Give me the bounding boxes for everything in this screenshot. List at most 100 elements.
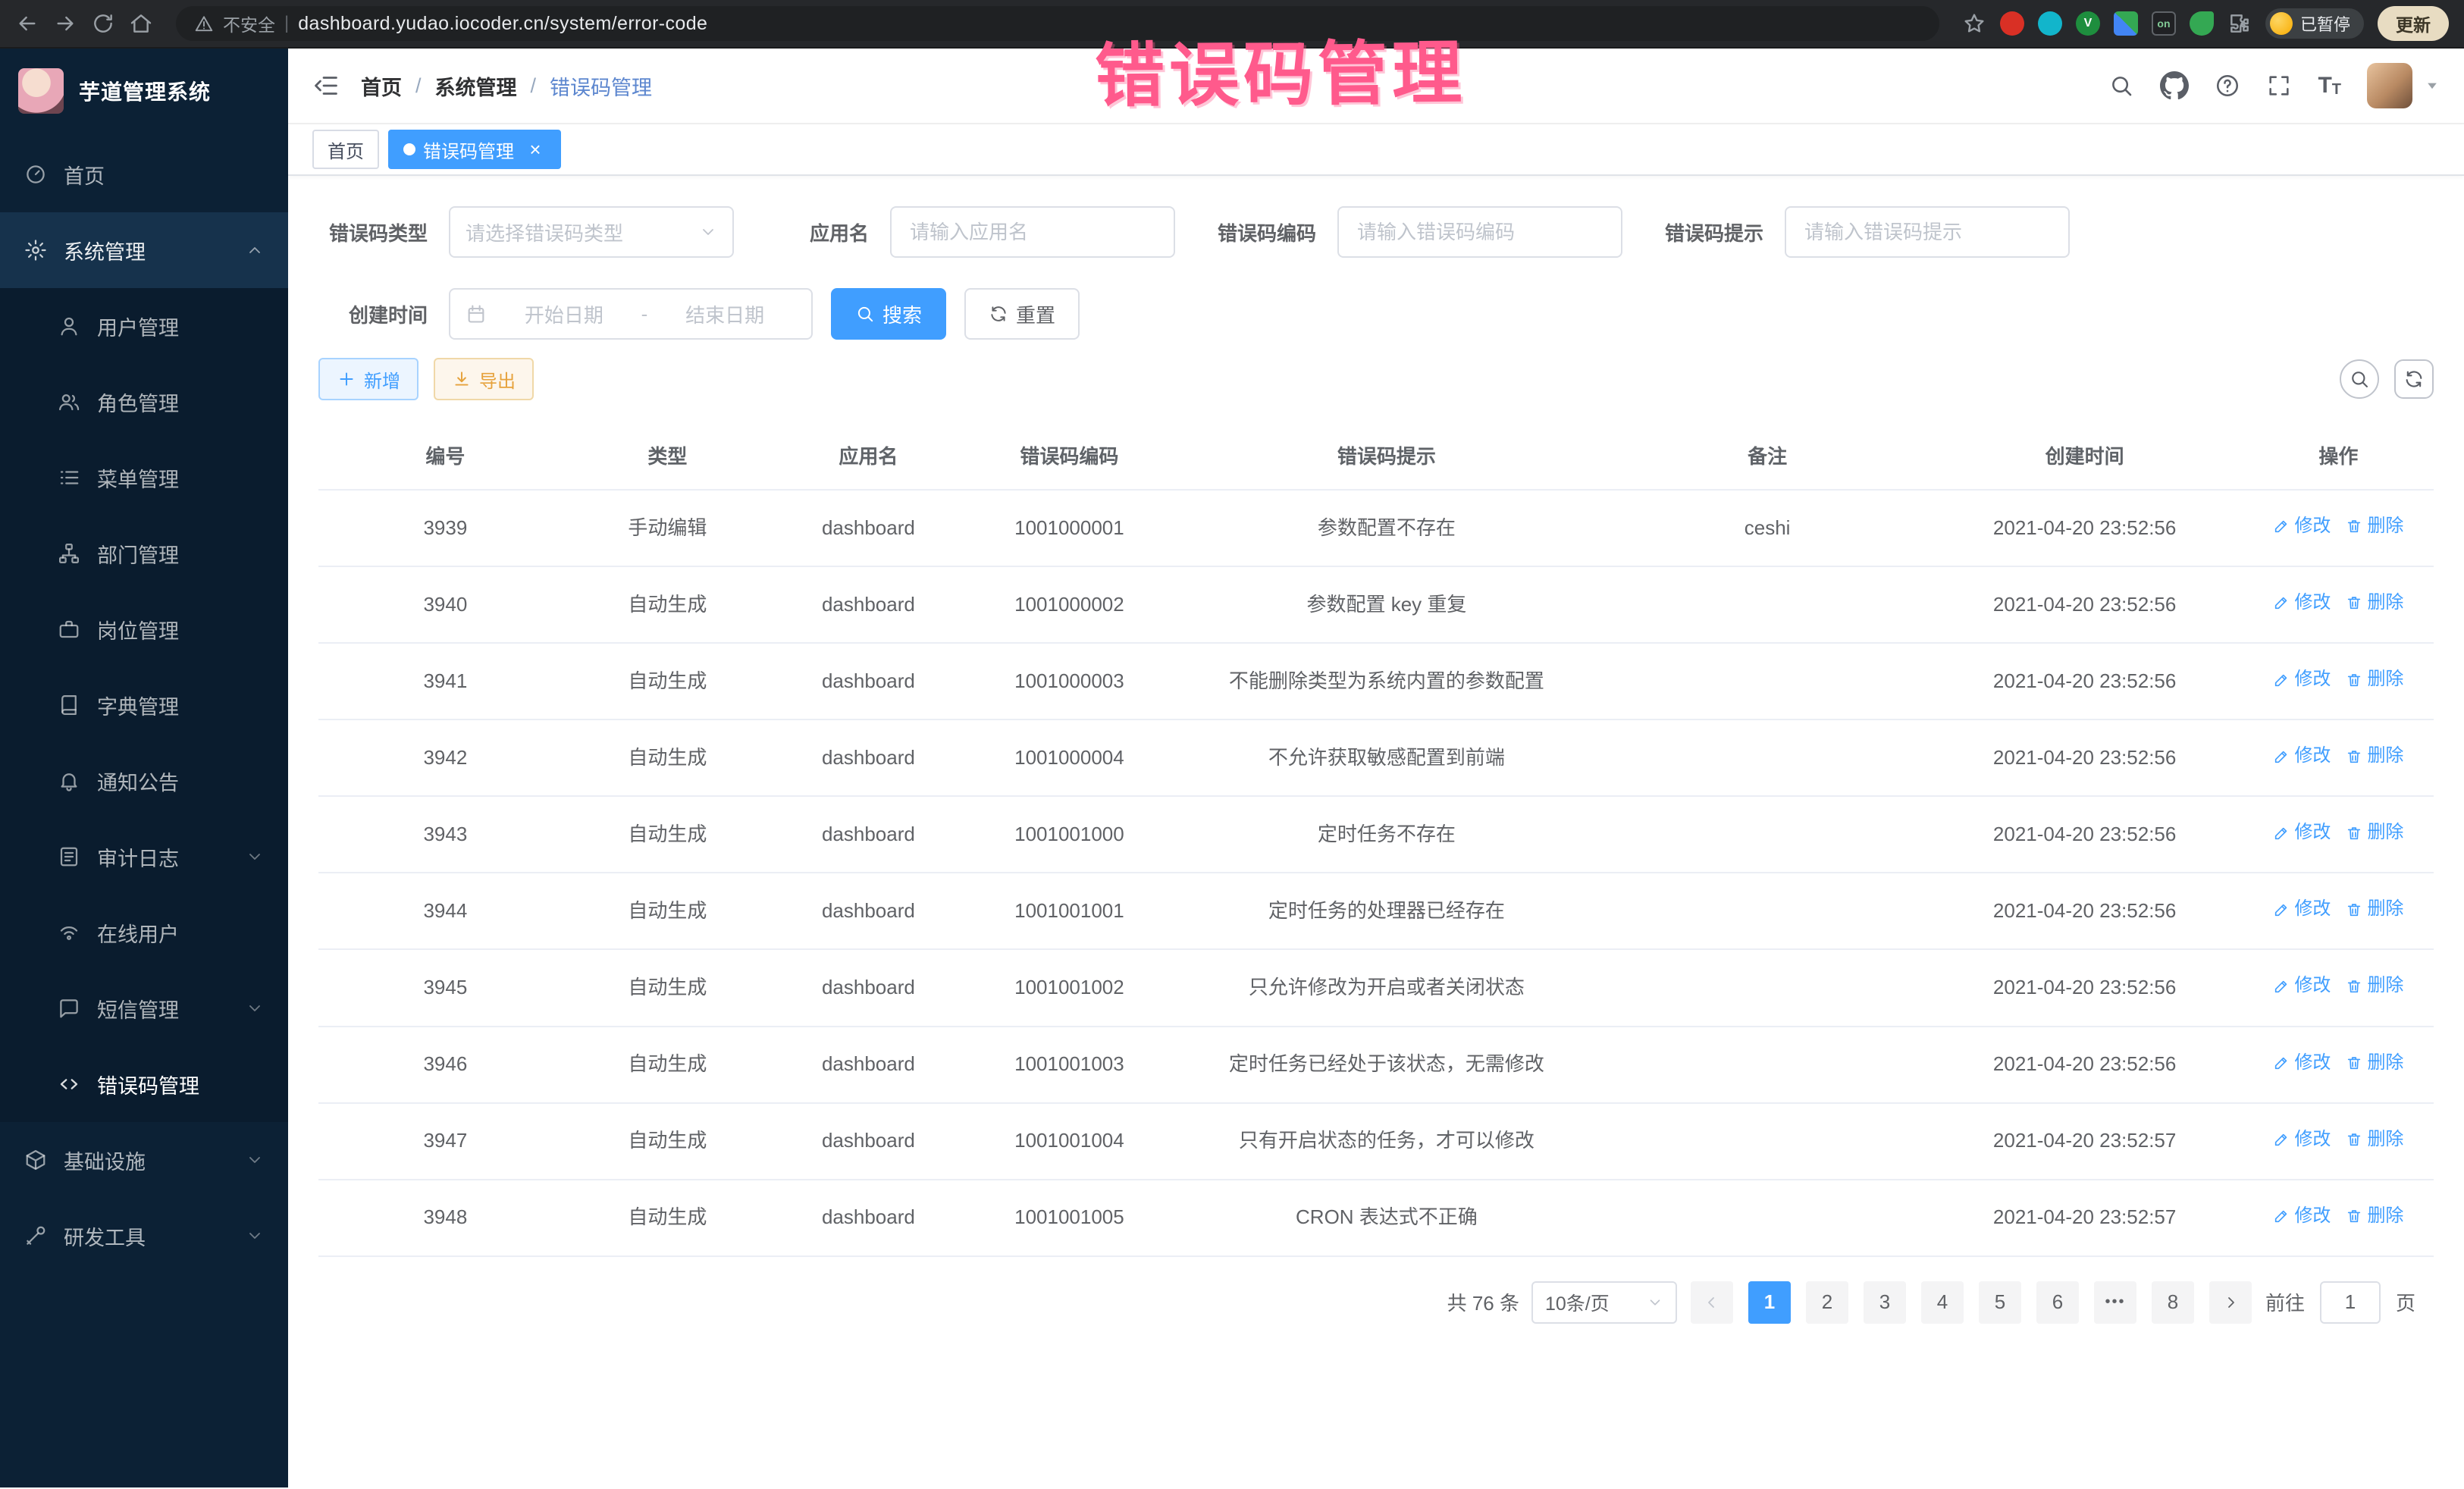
more-pages-button[interactable]: ••• (2094, 1281, 2136, 1324)
page-button-6[interactable]: 6 (2036, 1281, 2079, 1324)
sidebar-item-post-management[interactable]: 岗位管理 (0, 591, 288, 667)
sidebar-item-user-management[interactable]: 用户管理 (0, 288, 288, 364)
page-size-select[interactable]: 10条/页 (1531, 1281, 1677, 1324)
delete-link[interactable]: 删除 (2346, 513, 2403, 540)
delete-link[interactable]: 删除 (2346, 666, 2403, 693)
fullscreen-icon[interactable] (2266, 73, 2292, 99)
edit-label: 修改 (2294, 1050, 2331, 1077)
error-code-input[interactable] (1337, 206, 1622, 258)
browser-forward-icon[interactable] (53, 11, 77, 36)
error-hint-input[interactable] (1785, 206, 2070, 258)
breadcrumb-item[interactable]: 系统管理 (435, 71, 517, 101)
extension-icon-on[interactable]: on (2152, 11, 2176, 36)
breadcrumb-separator: / (415, 74, 422, 98)
export-button[interactable]: 导出 (434, 358, 534, 400)
edit-link[interactable]: 修改 (2273, 820, 2331, 846)
profile-paused-badge[interactable]: 已暂停 (2265, 8, 2364, 39)
search-button[interactable]: 搜索 (831, 288, 946, 340)
sidebar-item-dict-management[interactable]: 字典管理 (0, 667, 288, 743)
page-button-4[interactable]: 4 (1921, 1281, 1964, 1324)
app-logo[interactable]: 芋道管理系统 (0, 49, 288, 133)
delete-link[interactable]: 删除 (2346, 1050, 2403, 1077)
goto-page-input[interactable] (2320, 1281, 2381, 1324)
edit-link[interactable]: 修改 (2273, 973, 2331, 999)
download-icon (452, 369, 472, 389)
chevron-down-icon (246, 848, 264, 866)
sidebar-item-online-users[interactable]: 在线用户 (0, 895, 288, 970)
delete-link[interactable]: 删除 (2346, 973, 2403, 999)
browser-back-icon[interactable] (15, 11, 39, 36)
delete-link[interactable]: 删除 (2346, 1203, 2403, 1230)
cell-id: 3948 (318, 1180, 572, 1256)
browser-update-button[interactable]: 更新 (2378, 6, 2449, 41)
delete-link[interactable]: 删除 (2346, 1127, 2403, 1153)
sidebar-item-dept-management[interactable]: 部门管理 (0, 516, 288, 591)
delete-link[interactable]: 删除 (2346, 896, 2403, 923)
search-icon[interactable] (2108, 73, 2134, 99)
breadcrumb-item[interactable]: 首页 (361, 71, 402, 101)
refresh-table-icon[interactable] (2394, 359, 2434, 399)
edit-link[interactable]: 修改 (2273, 590, 2331, 616)
extension-icon-grid[interactable] (2114, 11, 2138, 36)
extension-icon-teal[interactable] (2038, 11, 2062, 36)
help-icon[interactable] (2215, 73, 2240, 99)
close-icon[interactable]: × (525, 139, 546, 160)
page-button-3[interactable]: 3 (1864, 1281, 1906, 1324)
menu-icon (58, 466, 80, 489)
sidebar-item-error-code-management[interactable]: 错误码管理 (0, 1046, 288, 1122)
cell-id: 3942 (318, 719, 572, 796)
extension-icon-leaf[interactable] (2190, 11, 2214, 36)
edit-link[interactable]: 修改 (2273, 743, 2331, 770)
delete-link[interactable]: 删除 (2346, 743, 2403, 770)
app-name-input[interactable] (890, 206, 1175, 258)
error-type-select[interactable]: 请选择错误码类型 (449, 206, 734, 258)
cell-code: 1001001000 (974, 796, 1165, 873)
font-size-icon[interactable]: TT (2318, 73, 2341, 99)
reset-button[interactable]: 重置 (964, 288, 1080, 340)
github-icon[interactable] (2160, 71, 2189, 100)
caret-down-icon[interactable] (2425, 78, 2440, 93)
collapse-sidebar-icon[interactable] (312, 72, 340, 99)
sidebar-item-audit-log[interactable]: 审计日志 (0, 819, 288, 895)
user-avatar[interactable] (2367, 63, 2412, 108)
sidebar-item-role-management[interactable]: 角色管理 (0, 364, 288, 440)
browser-home-icon[interactable] (129, 11, 153, 36)
cell-code-text: 1001001003 (1014, 1052, 1124, 1075)
bookmark-star-icon[interactable] (1962, 11, 1986, 36)
edit-link[interactable]: 修改 (2273, 1203, 2331, 1230)
edit-link[interactable]: 修改 (2273, 896, 2331, 923)
extension-icon-green[interactable]: V (2076, 11, 2100, 36)
sidebar-item-home[interactable]: 首页 (0, 136, 288, 212)
prev-page-button[interactable] (1691, 1281, 1733, 1324)
toggle-search-icon[interactable] (2340, 359, 2379, 399)
delete-label: 删除 (2367, 513, 2403, 540)
delete-link[interactable]: 删除 (2346, 820, 2403, 846)
edit-label: 修改 (2294, 1203, 2331, 1230)
extension-icon-red[interactable] (2000, 11, 2024, 36)
next-page-button[interactable] (2209, 1281, 2252, 1324)
sidebar-item-menu-management[interactable]: 菜单管理 (0, 440, 288, 516)
add-button[interactable]: 新增 (318, 358, 419, 400)
page-button-2[interactable]: 2 (1806, 1281, 1848, 1324)
sidebar-item-notice[interactable]: 通知公告 (0, 743, 288, 819)
sidebar-item-sms-management[interactable]: 短信管理 (0, 970, 288, 1046)
browser-reload-icon[interactable] (91, 11, 115, 36)
address-bar[interactable]: 不安全 | dashboard.yudao.iocoder.cn/system/… (176, 6, 1939, 41)
edit-link[interactable]: 修改 (2273, 513, 2331, 540)
page-button-8[interactable]: 8 (2152, 1281, 2194, 1324)
edit-link[interactable]: 修改 (2273, 1050, 2331, 1077)
search-icon (855, 304, 875, 324)
extensions-puzzle-icon[interactable] (2227, 11, 2252, 36)
sidebar-item-dev-tools[interactable]: 研发工具 (0, 1198, 288, 1274)
sidebar-item-system-management[interactable]: 系统管理 (0, 212, 288, 288)
page-button-5[interactable]: 5 (1979, 1281, 2021, 1324)
create-time-range-picker[interactable]: 开始日期 - 结束日期 (449, 288, 813, 340)
delete-link[interactable]: 删除 (2346, 590, 2403, 616)
edit-link[interactable]: 修改 (2273, 1127, 2331, 1153)
edit-link[interactable]: 修改 (2273, 666, 2331, 693)
view-tab[interactable]: 错误码管理× (388, 130, 561, 169)
reset-button-label: 重置 (1016, 300, 1055, 328)
view-tab[interactable]: 首页 (312, 130, 379, 169)
page-button-1[interactable]: 1 (1748, 1281, 1791, 1324)
sidebar-item-infrastructure[interactable]: 基础设施 (0, 1122, 288, 1198)
